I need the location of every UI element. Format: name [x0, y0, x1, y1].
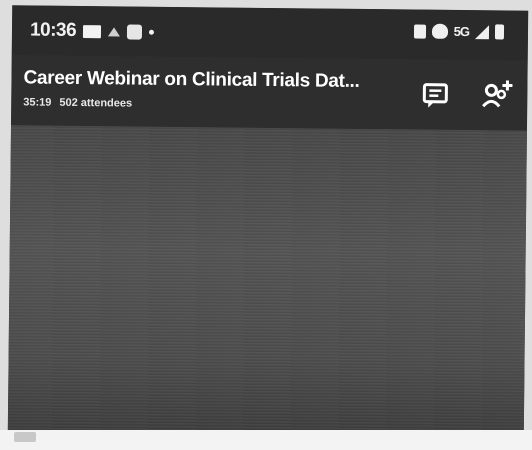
mail-icon: [83, 24, 102, 38]
clock: 10:36: [29, 19, 77, 41]
notification-dot-icon: [149, 29, 155, 35]
chat-icon: [422, 83, 448, 108]
attendee-count: 502 attendees: [59, 96, 133, 110]
teams-status-icon: [127, 24, 143, 40]
status-bar: 10:36 5G: [11, 5, 529, 61]
signal-icon: [474, 24, 490, 39]
page-edge: [0, 430, 532, 450]
chat-button[interactable]: [419, 80, 451, 112]
meeting-subtitle: 35:19 502 attendees: [23, 96, 132, 109]
meeting-header: Career Webinar on Clinical Trials Dat...…: [10, 55, 528, 131]
elapsed-time: 35:19: [23, 96, 52, 109]
nfc-icon: [413, 24, 426, 39]
phone-screen: 10:36 5G Career Webinar on Clinical Tria…: [7, 5, 529, 439]
meeting-title: Career Webinar on Clinical Trials Dat...: [23, 67, 360, 92]
video-stage[interactable]: [7, 125, 527, 439]
battery-icon: [494, 24, 505, 40]
status-right: 5G: [413, 23, 505, 40]
participants-button[interactable]: [479, 76, 515, 112]
corner-mark: [14, 432, 36, 442]
network-icon: 5G: [453, 23, 470, 40]
status-left: 10:36: [29, 19, 155, 42]
alarm-icon: [431, 23, 448, 39]
add-participant-icon: [482, 80, 513, 108]
caret-icon: [108, 26, 121, 36]
